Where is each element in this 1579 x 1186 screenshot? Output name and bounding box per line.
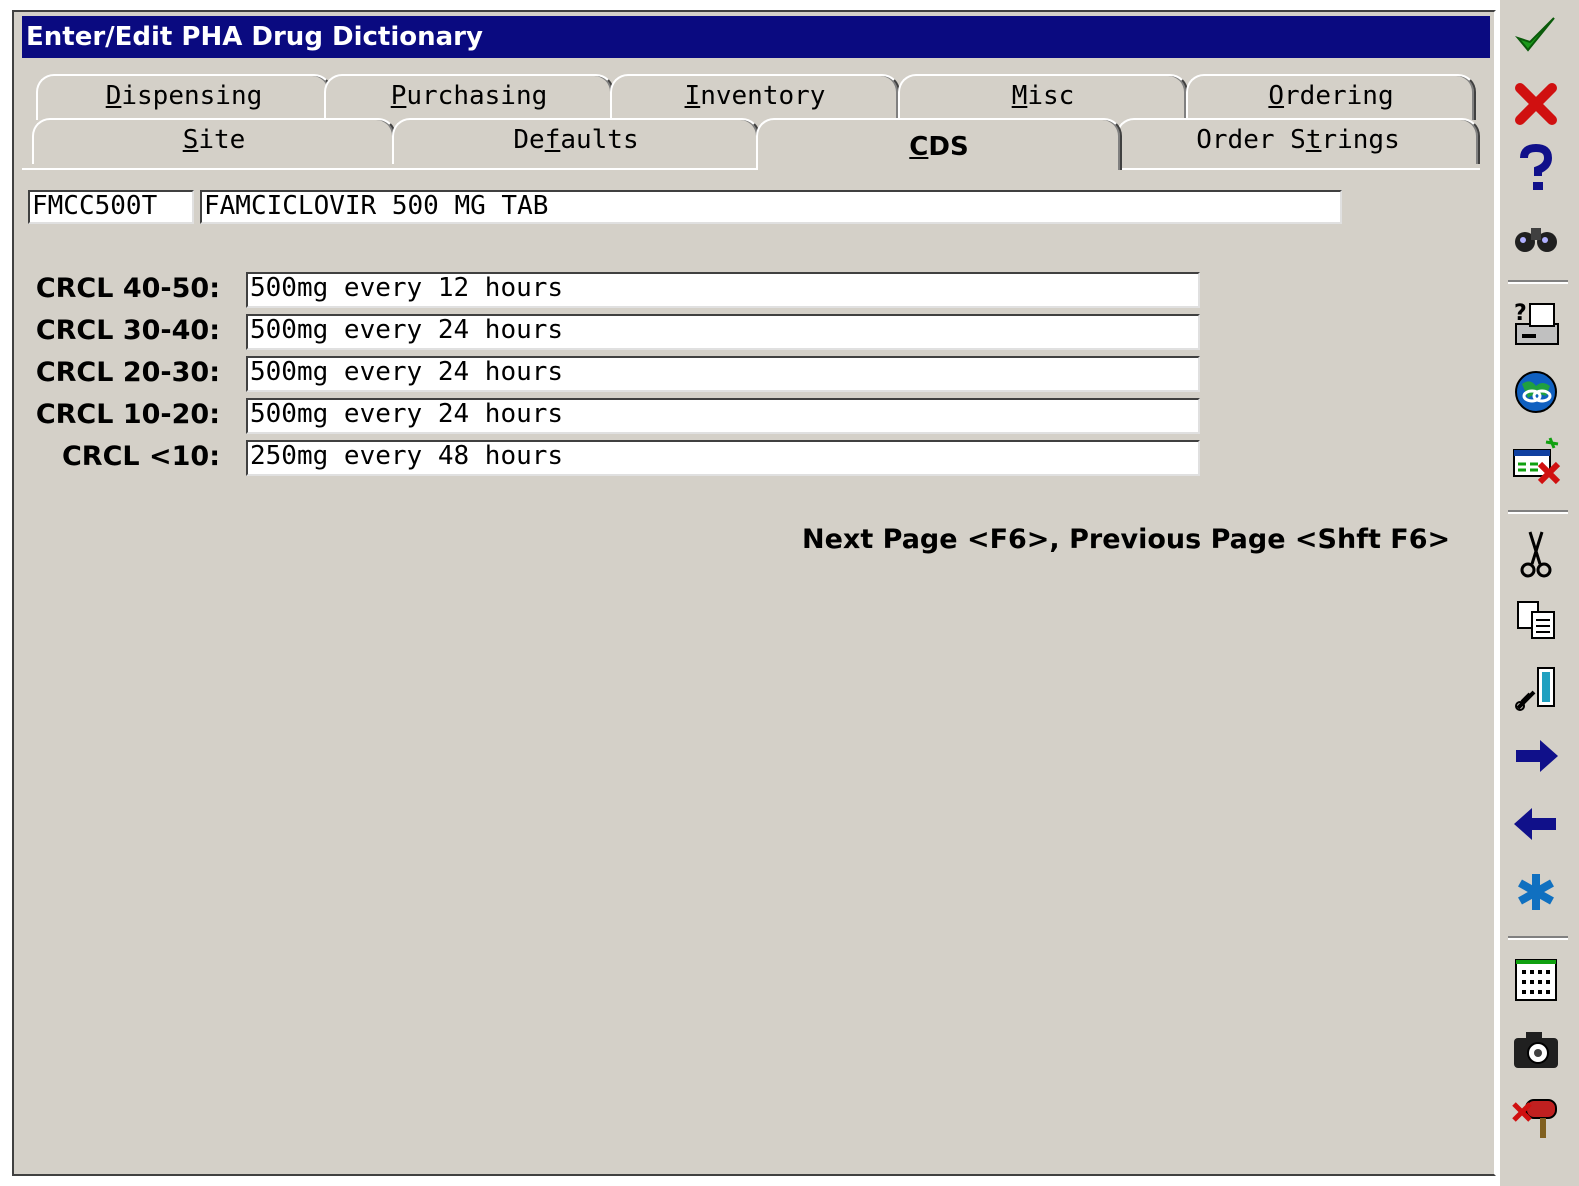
tab-misc[interactable]: Misc bbox=[898, 74, 1188, 120]
tab-label: Ordering bbox=[1268, 81, 1394, 111]
crcl-20-30-field[interactable]: 500mg every 24 hours bbox=[246, 356, 1200, 392]
crcl-under-10-label: CRCL <10: bbox=[61, 441, 220, 472]
tab-label: Misc bbox=[1011, 81, 1075, 111]
drug-dictionary-window bbox=[12, 10, 1496, 1176]
tab-cds[interactable]: CDS bbox=[756, 118, 1122, 170]
crcl-under-10-field[interactable]: 250mg every 48 hours bbox=[246, 440, 1200, 476]
cut-scissors-icon[interactable] bbox=[1508, 526, 1564, 582]
svg-text:?: ? bbox=[1514, 301, 1527, 326]
paging-hint: Next Page <F6>, Previous Page <Shft F6> bbox=[802, 524, 1451, 555]
copy-icon[interactable] bbox=[1508, 592, 1564, 648]
right-toolbar: ? bbox=[1500, 0, 1579, 1186]
tab-row-front: Site Defaults CDS Order Strings bbox=[22, 118, 1480, 170]
window-title: Enter/Edit PHA Drug Dictionary bbox=[22, 16, 1490, 58]
checkmark-icon[interactable] bbox=[1508, 8, 1564, 64]
drug-name-field[interactable]: FAMCICLOVIR 500 MG TAB bbox=[200, 190, 1342, 224]
tab-label: Defaults bbox=[513, 125, 639, 155]
tab-site[interactable]: Site bbox=[32, 118, 396, 164]
delete-table-icon[interactable] bbox=[1508, 432, 1564, 488]
paste-icon[interactable] bbox=[1508, 660, 1564, 716]
crcl-30-40-label: CRCL 30-40: bbox=[35, 315, 220, 346]
tab-label: Order Strings bbox=[1196, 125, 1400, 155]
tab-ordering[interactable]: Ordering bbox=[1186, 74, 1476, 120]
tab-label: Inventory bbox=[684, 81, 826, 111]
tab-label: Dispensing bbox=[105, 81, 263, 111]
print-help-icon[interactable]: ? bbox=[1508, 296, 1564, 352]
toolbar-separator bbox=[1508, 280, 1568, 284]
crcl-10-20-field[interactable]: 500mg every 24 hours bbox=[246, 398, 1200, 434]
previous-arrow-icon[interactable] bbox=[1508, 796, 1564, 852]
tab-inventory[interactable]: Inventory bbox=[610, 74, 900, 120]
toolbar-separator bbox=[1508, 936, 1568, 940]
globe-link-icon[interactable] bbox=[1508, 364, 1564, 420]
tab-dispensing[interactable]: Dispensing bbox=[36, 74, 332, 120]
tab-label: Site bbox=[182, 125, 246, 155]
tab-defaults[interactable]: Defaults bbox=[392, 118, 760, 164]
toolbar-separator bbox=[1508, 510, 1568, 514]
camera-icon[interactable] bbox=[1508, 1022, 1564, 1078]
crcl-20-30-label: CRCL 20-30: bbox=[35, 357, 220, 388]
exit-mailbox-icon[interactable] bbox=[1508, 1088, 1564, 1144]
tab-row-back: Dispensing Purchasing Inventory Misc Ord… bbox=[22, 74, 1480, 120]
help-question-icon[interactable] bbox=[1508, 140, 1564, 196]
crcl-10-20-label: CRCL 10-20: bbox=[35, 399, 220, 430]
calculator-icon[interactable] bbox=[1508, 952, 1564, 1008]
tab-label: CDS bbox=[909, 132, 969, 162]
asterisk-icon[interactable] bbox=[1508, 864, 1564, 920]
crcl-40-50-label: CRCL 40-50: bbox=[35, 273, 220, 304]
crcl-40-50-field[interactable]: 500mg every 12 hours bbox=[246, 272, 1200, 308]
tab-order-strings[interactable]: Order Strings bbox=[1116, 118, 1480, 164]
tab-purchasing[interactable]: Purchasing bbox=[324, 74, 614, 120]
cancel-x-icon[interactable] bbox=[1508, 76, 1564, 132]
drug-code-field[interactable]: FMCC500T bbox=[28, 190, 194, 224]
crcl-30-40-field[interactable]: 500mg every 24 hours bbox=[246, 314, 1200, 350]
tab-label: Purchasing bbox=[390, 81, 548, 111]
tab-panel-edge bbox=[22, 168, 1480, 170]
binoculars-find-icon[interactable] bbox=[1508, 208, 1564, 264]
next-arrow-icon[interactable] bbox=[1508, 728, 1564, 784]
